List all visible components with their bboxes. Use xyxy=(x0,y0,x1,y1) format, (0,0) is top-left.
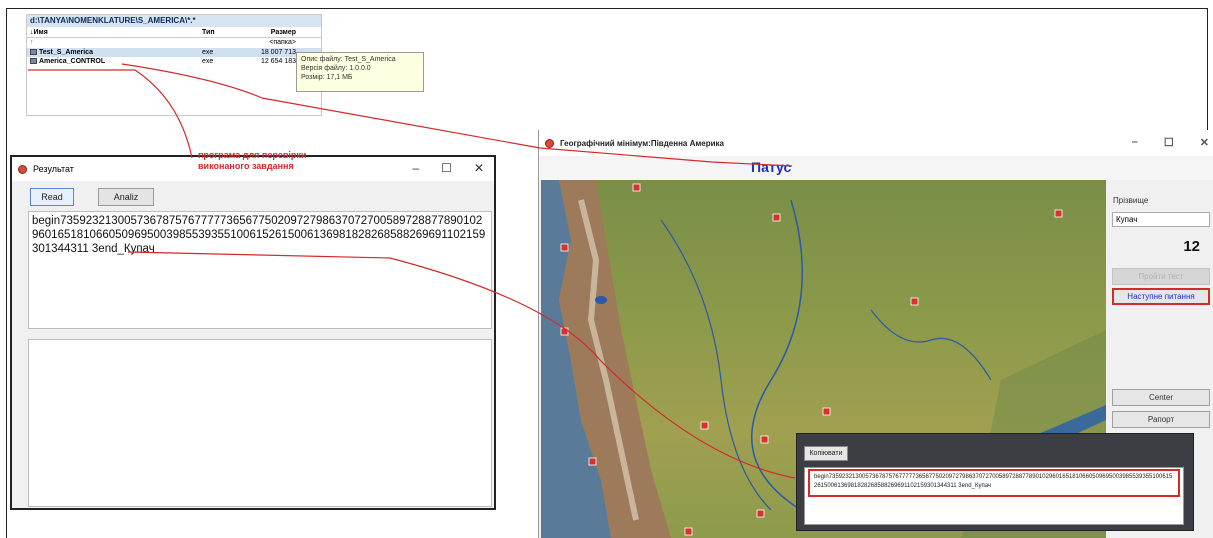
connector-line xyxy=(121,63,793,167)
connector-line xyxy=(127,251,796,479)
connector-line xyxy=(28,69,193,159)
connector-lines xyxy=(28,63,796,479)
